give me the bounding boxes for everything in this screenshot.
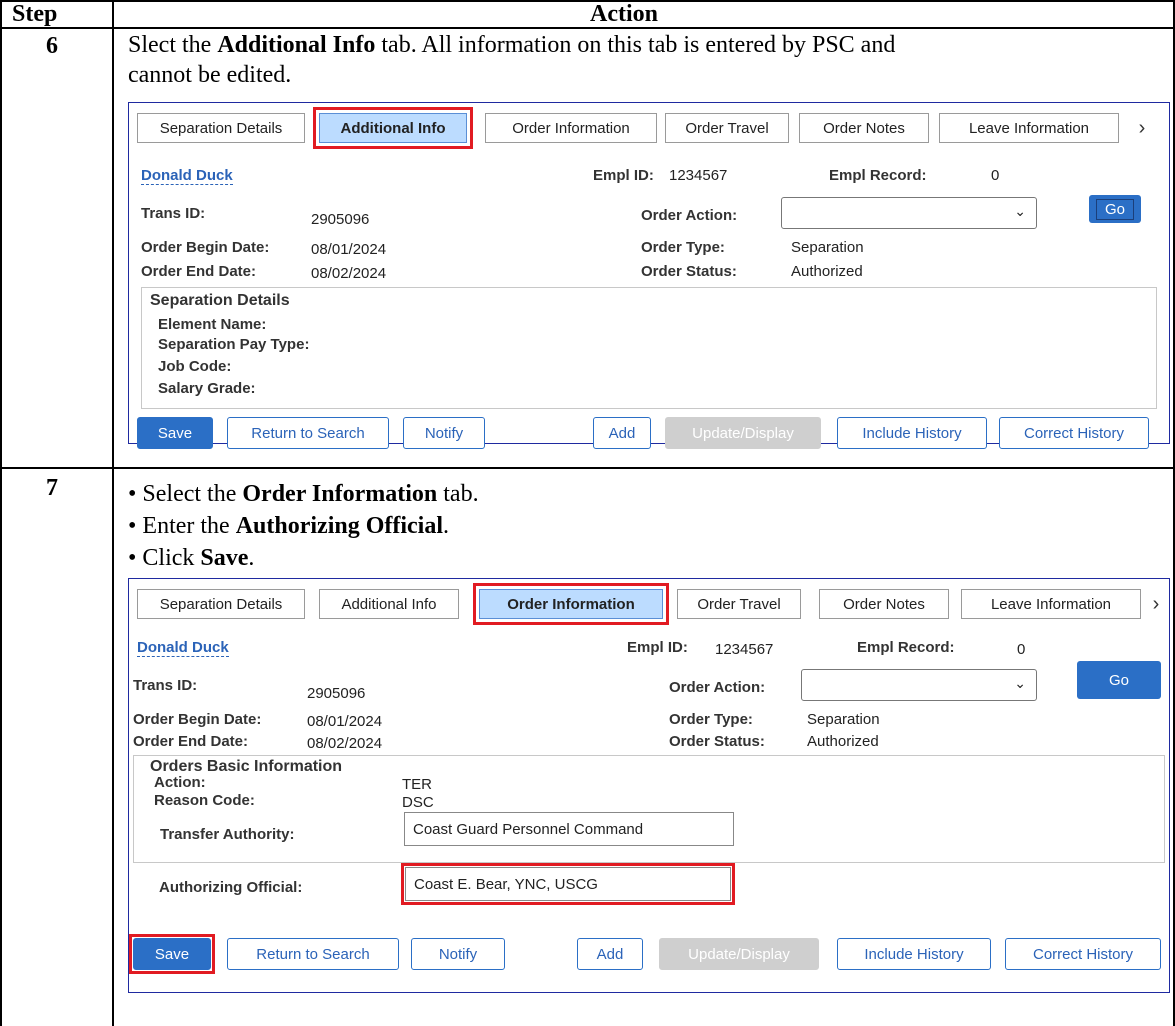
- notify-button[interactable]: Notify: [403, 417, 485, 449]
- step-number: 7: [46, 475, 58, 501]
- instruction-bullet: • Select the Order Information tab.: [128, 481, 479, 507]
- element-name-label: Element Name:: [158, 316, 267, 333]
- instruction-bullet: • Click Save.: [128, 545, 255, 571]
- highlight-box: [401, 863, 735, 905]
- tab-additional-info[interactable]: Additional Info: [319, 589, 459, 619]
- step-instruction: Slect the Additional Info tab. All infor…: [128, 32, 896, 58]
- table-border-top: [0, 0, 1175, 2]
- trans-id-value: 2905096: [307, 685, 366, 702]
- separation-pay-type-label: Separation Pay Type:: [158, 336, 310, 353]
- group-title: Separation Details: [150, 292, 290, 309]
- order-end-date-value: 08/02/2024: [311, 265, 387, 282]
- order-end-date-label: Order End Date:: [133, 733, 249, 750]
- highlight-box: [129, 934, 215, 974]
- table-row-divider: [0, 467, 1175, 469]
- step-number: 6: [46, 33, 58, 59]
- order-information-panel: Separation Details Additional Info Order…: [128, 578, 1170, 914]
- go-button[interactable]: Go: [1077, 661, 1161, 699]
- separation-details-group: Separation Details Element Name: Separat…: [141, 287, 1157, 409]
- chevron-down-icon: ⌄: [1014, 675, 1026, 691]
- order-status-value: Authorized: [791, 263, 863, 280]
- go-button[interactable]: Go: [1089, 195, 1141, 223]
- empl-record-value: 0: [1017, 641, 1026, 658]
- reason-code-value: DSC: [402, 794, 434, 811]
- chevron-down-icon: ⌄: [1014, 203, 1026, 219]
- tab-order-notes[interactable]: Order Notes: [799, 113, 929, 143]
- transfer-authority-field[interactable]: Coast Guard Personnel Command: [404, 812, 734, 846]
- transfer-authority-label: Transfer Authority:: [160, 826, 295, 843]
- employee-name-link[interactable]: Donald Duck: [141, 167, 233, 185]
- save-button[interactable]: Save: [137, 417, 213, 449]
- step-instruction-line2: cannot be edited.: [128, 62, 292, 88]
- update-display-button: Update/Display: [665, 417, 821, 449]
- orders-basic-information-group: Orders Basic Information Action: TER Rea…: [133, 755, 1165, 863]
- tab-separation-details[interactable]: Separation Details: [137, 589, 305, 619]
- notify-button[interactable]: Notify: [411, 938, 505, 970]
- return-to-search-button[interactable]: Return to Search: [227, 938, 399, 970]
- empl-id-value: 1234567: [715, 641, 774, 658]
- tab-leave-information[interactable]: Leave Information: [939, 113, 1119, 143]
- order-end-date-label: Order End Date:: [141, 263, 257, 280]
- trans-id-label: Trans ID:: [141, 205, 206, 222]
- include-history-button[interactable]: Include History: [837, 417, 987, 449]
- order-begin-date-label: Order Begin Date:: [133, 711, 262, 728]
- table-header-divider: [0, 27, 1175, 29]
- highlight-box: [473, 583, 669, 625]
- add-button[interactable]: Add: [577, 938, 643, 970]
- order-type-value: Separation: [791, 239, 864, 256]
- authorizing-official-label: Authorizing Official:: [159, 879, 303, 896]
- tab-separation-details[interactable]: Separation Details: [137, 113, 305, 143]
- additional-info-panel: Separation Details Additional Info Order…: [128, 102, 1170, 449]
- chevron-right-icon[interactable]: ›: [1143, 589, 1169, 619]
- action-label: Action:: [154, 774, 206, 791]
- table-border-left: [0, 0, 2, 1026]
- correct-history-button[interactable]: Correct History: [999, 417, 1149, 449]
- order-type-label: Order Type:: [669, 711, 753, 728]
- update-display-button: Update/Display: [659, 938, 819, 970]
- order-information-panel-footer: Save Return to Search Notify Add Update/…: [128, 912, 1170, 993]
- return-to-search-button[interactable]: Return to Search: [227, 417, 389, 449]
- order-begin-date-label: Order Begin Date:: [141, 239, 270, 256]
- order-action-label: Order Action:: [641, 207, 738, 224]
- salary-grade-label: Salary Grade:: [158, 380, 256, 397]
- correct-history-button[interactable]: Correct History: [1005, 938, 1161, 970]
- order-status-label: Order Status:: [641, 263, 737, 280]
- order-status-value: Authorized: [807, 733, 879, 750]
- order-action-select[interactable]: ⌄: [781, 197, 1037, 229]
- chevron-right-icon[interactable]: ›: [1129, 113, 1155, 143]
- empl-record-value: 0: [991, 167, 1000, 184]
- tab-order-travel[interactable]: Order Travel: [665, 113, 789, 143]
- order-end-date-value: 08/02/2024: [307, 735, 383, 752]
- include-history-button[interactable]: Include History: [837, 938, 991, 970]
- reason-code-label: Reason Code:: [154, 792, 255, 809]
- table-column-divider: [112, 0, 114, 1026]
- order-status-label: Order Status:: [669, 733, 765, 750]
- order-begin-date-value: 08/01/2024: [307, 713, 383, 730]
- tab-order-travel[interactable]: Order Travel: [677, 589, 801, 619]
- tab-leave-information[interactable]: Leave Information: [961, 589, 1141, 619]
- step-column-header: Step: [12, 1, 58, 27]
- instruction-bullet: • Enter the Authorizing Official.: [128, 513, 450, 539]
- order-type-value: Separation: [807, 711, 880, 728]
- tab-bar: Separation Details Additional Info Order…: [129, 103, 1169, 147]
- order-action-select[interactable]: ⌄: [801, 669, 1037, 701]
- order-action-label: Order Action:: [669, 679, 766, 696]
- highlight-box: [313, 107, 473, 149]
- tab-order-information[interactable]: Order Information: [485, 113, 657, 143]
- empl-id-label: Empl ID:: [593, 167, 654, 184]
- employee-name-link[interactable]: Donald Duck: [137, 639, 229, 657]
- trans-id-value: 2905096: [311, 211, 370, 228]
- empl-record-label: Empl Record:: [857, 639, 955, 656]
- empl-record-label: Empl Record:: [829, 167, 927, 184]
- empl-id-label: Empl ID:: [627, 639, 688, 656]
- empl-id-value: 1234567: [669, 167, 728, 184]
- trans-id-label: Trans ID:: [133, 677, 198, 694]
- order-type-label: Order Type:: [641, 239, 725, 256]
- order-begin-date-value: 08/01/2024: [311, 241, 387, 258]
- tab-order-notes[interactable]: Order Notes: [819, 589, 949, 619]
- add-button[interactable]: Add: [593, 417, 651, 449]
- job-code-label: Job Code:: [158, 358, 232, 375]
- action-column-header: Action: [590, 1, 658, 27]
- action-value: TER: [402, 776, 432, 793]
